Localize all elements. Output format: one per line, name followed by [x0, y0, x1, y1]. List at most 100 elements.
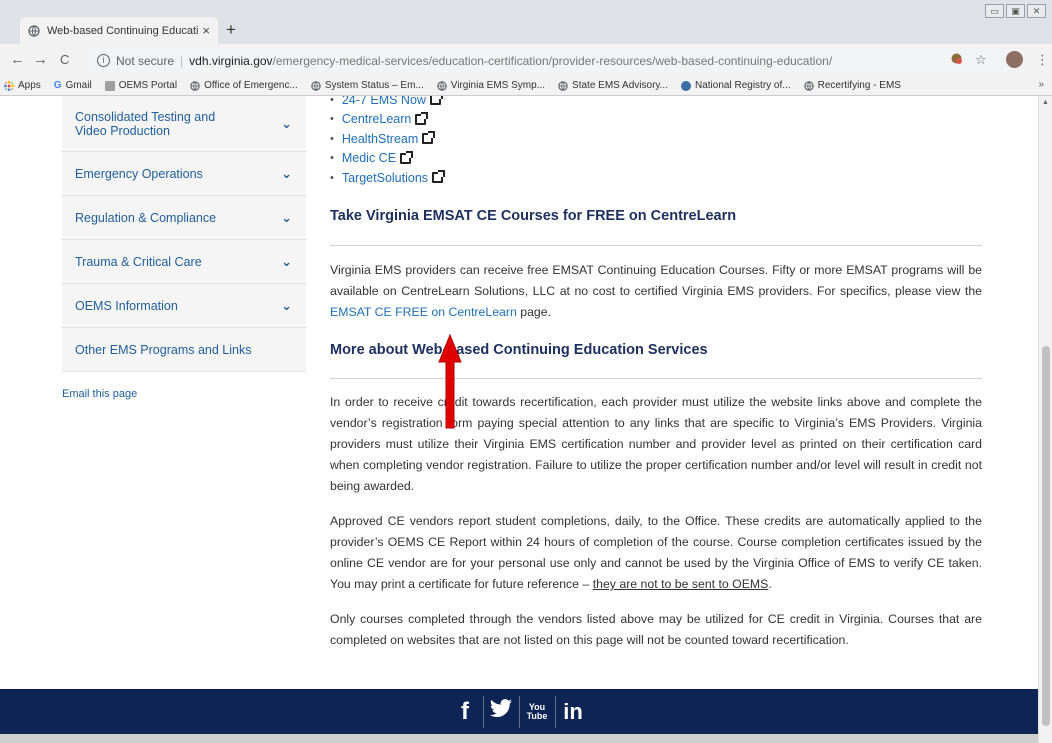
bookmark-recertifying-ems[interactable]: Recertifying - EMS [803, 80, 901, 91]
globe-icon [803, 80, 814, 91]
tab-strip: Web-based Continuing Educatio × + ▭ ▣ ✕ [0, 0, 1052, 44]
twitter-icon[interactable] [484, 699, 519, 724]
sidebar-item-other-ems-programs[interactable]: Other EMS Programs and Links [62, 328, 306, 372]
external-link-icon [422, 131, 436, 145]
forward-button[interactable]: → [33, 51, 48, 68]
close-window-button[interactable]: ✕ [1027, 4, 1046, 18]
bookmark-label: System Status – Em... [324, 80, 424, 91]
sidebar-item-regulation-compliance[interactable]: Regulation & Compliance ⌄ [62, 196, 306, 240]
list-item[interactable]: • 24-7 EMS Now [330, 96, 443, 110]
page-scrollbar[interactable]: ▲ [1038, 96, 1052, 743]
url-path: /emergency-medical-services/education-ce… [272, 53, 833, 68]
back-button[interactable]: ← [10, 51, 25, 68]
bookmark-system-status[interactable]: System Status – Em... [311, 80, 424, 91]
list-item[interactable]: • TargetSolutions [330, 168, 446, 188]
reload-button[interactable]: C [60, 52, 69, 67]
apps-icon [4, 80, 14, 91]
info-icon[interactable]: i [97, 54, 110, 67]
bookmark-label: National Registry of... [695, 80, 791, 91]
bookmark-label: OEMS Portal [118, 80, 178, 91]
vendor-reporting-paragraph: Approved CE vendors report student compl… [330, 514, 982, 591]
bookmark-label: Gmail [65, 80, 92, 91]
facebook-icon[interactable]: f [448, 698, 483, 726]
globe-icon [311, 80, 321, 91]
list-item[interactable]: • HealthStream [330, 129, 443, 149]
globe-icon [28, 24, 40, 37]
section-heading-emsat-free: Take Virginia EMSAT CE Courses for FREE … [330, 208, 737, 224]
footer-bottom-bar [0, 734, 1038, 743]
bookmark-star-icon[interactable]: ☆ [975, 52, 987, 68]
bookmark-virginia-ems-symposium[interactable]: Virginia EMS Symp... [436, 80, 546, 91]
vendor-link[interactable]: Medic CE [342, 151, 396, 165]
divider [330, 245, 982, 246]
profile-avatar[interactable] [1006, 51, 1023, 68]
bookmark-label: Office of Emergenc... [204, 80, 298, 91]
chevron-down-icon[interactable]: ⌄ [281, 298, 292, 314]
external-link-icon [432, 170, 446, 184]
chevron-down-icon[interactable]: ⌄ [281, 254, 292, 270]
divider [330, 378, 982, 379]
chevron-down-icon[interactable]: ⌄ [281, 166, 292, 182]
tab-close-icon[interactable]: × [202, 23, 210, 38]
bookmark-label: Recertifying - EMS [817, 80, 901, 91]
url-domain: vdh.virginia.gov [189, 53, 273, 68]
list-item[interactable]: • Medic CE [330, 149, 443, 169]
section-heading-more-about: More about Web-based Continuing Educatio… [330, 342, 708, 358]
emsat-ce-free-link[interactable]: EMSAT CE FREE on CentreLearn [330, 305, 517, 319]
scrollbar-thumb[interactable] [1042, 346, 1050, 726]
bookmark-apps[interactable]: Apps [4, 80, 41, 91]
extension-icon[interactable] [950, 52, 963, 68]
bookmark-office-emergency[interactable]: Office of Emergenc... [190, 80, 298, 91]
bookmark-label: Virginia EMS Symp... [450, 80, 546, 91]
recertification-paragraph: In order to receive credit towards recer… [330, 395, 982, 493]
menu-icon[interactable]: ⋮ [1036, 52, 1049, 68]
external-link-icon [400, 150, 414, 164]
google-icon: G [53, 80, 62, 91]
tab-title: Web-based Continuing Educatio [47, 24, 199, 37]
window-controls: ▭ ▣ ✕ [985, 4, 1046, 18]
sidebar-item-trauma-critical-care[interactable]: Trauma & Critical Care ⌄ [62, 240, 306, 284]
maximize-button[interactable]: ▣ [1006, 4, 1025, 18]
linkedin-icon[interactable]: in [556, 699, 591, 725]
vendor-link[interactable]: CentreLearn [342, 112, 412, 126]
bookmarks-overflow-button[interactable]: » [1038, 79, 1044, 90]
bookmark-national-registry[interactable]: National Registry of... [681, 80, 791, 91]
sidebar-item-label: Other EMS Programs and Links [75, 342, 252, 357]
minimize-button[interactable]: ▭ [985, 4, 1004, 18]
sidebar-item-emergency-operations[interactable]: Emergency Operations ⌄ [62, 152, 306, 196]
sidebar-item-label: Emergency Operations [75, 166, 203, 181]
external-link-icon [429, 96, 443, 106]
sidebar-item-oems-information[interactable]: OEMS Information ⌄ [62, 284, 306, 328]
bookmark-label: State EMS Advisory... [572, 80, 668, 91]
external-link-icon [415, 111, 429, 125]
site-footer: f You Tube in [0, 689, 1038, 734]
courses-note-paragraph: Only courses completed through the vendo… [330, 612, 982, 647]
chevron-down-icon[interactable]: ⌄ [281, 210, 292, 226]
email-this-page-link[interactable]: Email this page [62, 388, 137, 400]
security-status: Not secure [116, 53, 175, 68]
sidebar-item-label: Trauma & Critical Care [75, 254, 202, 269]
bookmark-state-ems-advisory[interactable]: State EMS Advisory... [558, 80, 668, 91]
vendor-link[interactable]: TargetSolutions [342, 171, 428, 185]
sidebar-item-label: Consolidated Testing and Video Production [75, 109, 216, 138]
scroll-up-icon[interactable]: ▲ [1042, 99, 1049, 106]
globe-icon [436, 80, 447, 91]
bookmark-oems-portal[interactable]: OEMS Portal [104, 80, 178, 91]
new-tab-button[interactable]: + [226, 20, 236, 40]
bookmarks-bar: Apps G Gmail OEMS Portal Office of Emerg… [0, 76, 1052, 96]
browser-toolbar: ← → C i Not secure | vdh.virginia.gov/em… [0, 44, 1052, 76]
browser-tab[interactable]: Web-based Continuing Educatio × [20, 17, 218, 44]
sidebar-item-label: Regulation & Compliance [75, 210, 217, 225]
list-item[interactable]: • CentreLearn [330, 110, 443, 130]
globe-icon [558, 80, 568, 91]
emsat-paragraph: Virginia EMS providers can receive free … [330, 263, 982, 319]
bookmark-gmail[interactable]: G Gmail [54, 80, 92, 91]
vendor-list: • 24-7 EMS Now • CentreLearn • HealthStream… [330, 96, 446, 188]
address-bar[interactable]: i Not secure | vdh.virginia.gov/emergenc… [87, 49, 1012, 72]
chevron-down-icon[interactable]: ⌄ [281, 116, 292, 132]
globe-icon [190, 80, 200, 91]
youtube-icon[interactable]: You Tube [520, 702, 555, 721]
vendor-link[interactable]: HealthStream [342, 132, 418, 146]
sidebar-item-consolidated-testing[interactable]: Consolidated Testing and Video Production… [62, 96, 306, 152]
vendor-link[interactable]: 24-7 EMS Now [342, 96, 426, 107]
